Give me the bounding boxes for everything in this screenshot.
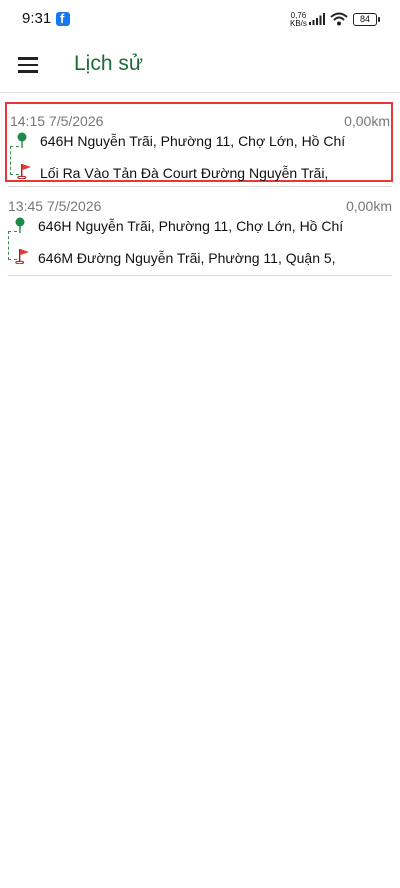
trip-origin: 646H Nguyễn Trãi, Phường 11, Chợ Lớn, Hồ… [38,218,344,234]
trip-time: 14:15 7/5/2026 [10,113,104,129]
trip-time: 13:45 7/5/2026 [8,198,102,214]
network-speed: 0,76 KB/s [290,12,307,28]
row-divider [8,275,392,276]
app-bar: Lịch sử [0,40,400,92]
wifi-icon [330,12,348,26]
trip-item-1[interactable]: 14:15 7/5/2026 0,00km 646H Nguyễn Trãi, … [5,102,393,182]
facebook-notification-icon [56,11,70,26]
status-time: 9:31 [22,10,52,27]
trip-distance: 0,00km [346,198,392,214]
row-divider [8,186,392,187]
origin-pin-icon [15,217,25,233]
app-bar-divider [0,92,400,93]
battery-icon: 84 [353,13,380,26]
trip-distance: 0,00km [344,113,390,129]
signal-icon [309,13,325,25]
page-title: Lịch sử [74,52,143,75]
trip-item-2[interactable]: 13:45 7/5/2026 0,00km 646H Nguyễn Trãi, … [5,189,393,269]
menu-button[interactable] [18,54,40,73]
hamburger-icon [18,57,38,60]
status-bar: 9:31 0,76 KB/s 84 [0,0,400,40]
origin-pin-icon [17,132,27,148]
network-speed-unit: KB/s [290,19,307,28]
destination-flag-icon [17,164,31,179]
trip-destination: Lối Ra Vào Tản Đà Court Đường Nguyễn Trã… [40,165,329,181]
trip-origin: 646H Nguyễn Trãi, Phường 11, Chợ Lớn, Hồ… [40,133,346,149]
trip-destination: 646M Đường Nguyễn Trãi, Phường 11, Quận … [38,250,336,266]
destination-flag-icon [15,249,29,264]
